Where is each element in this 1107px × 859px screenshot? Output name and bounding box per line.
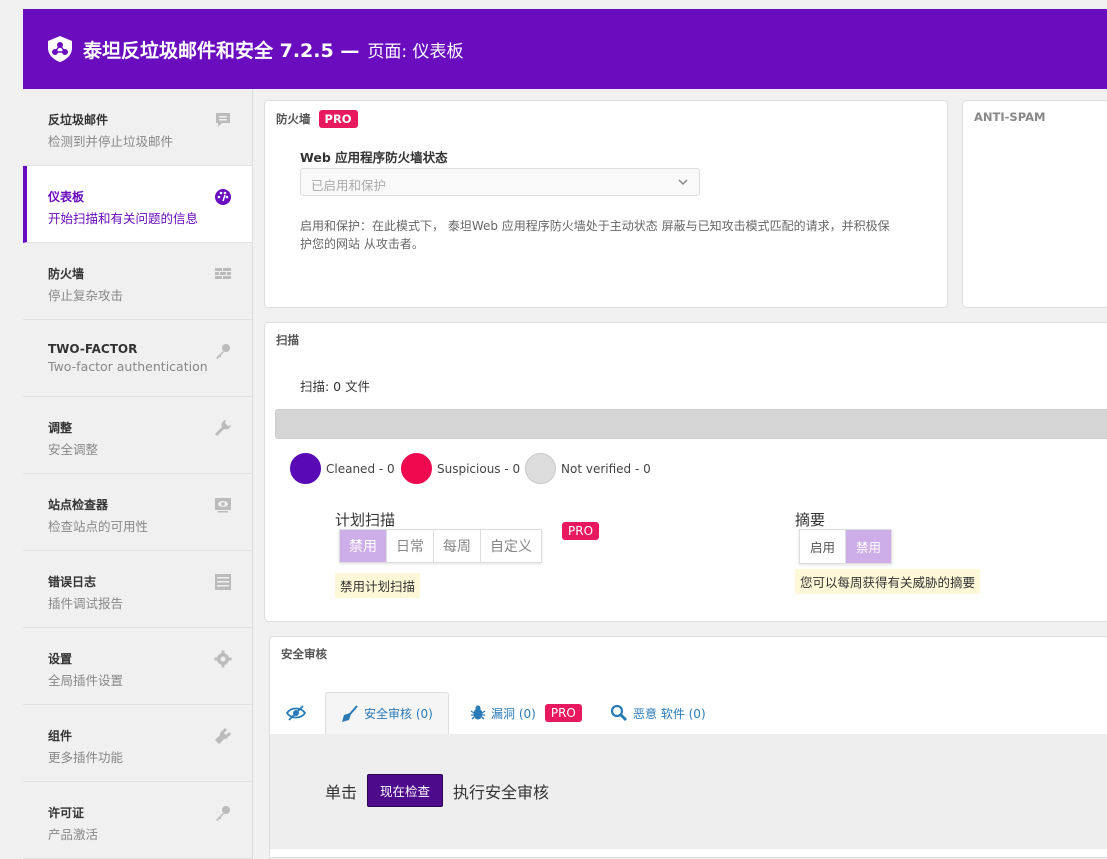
scan-progress-bar — [275, 409, 1107, 439]
audit-prompt: 单击 现在检查 执行安全审核 — [325, 774, 549, 807]
scan-panel: 扫描 扫描: 0 文件 Cleaned - 0 Suspicious - 0 N… — [264, 322, 1107, 622]
digest-toggle: 启用 禁用 — [799, 529, 893, 564]
sidebar-item-tweaks[interactable]: 调整 安全调整 — [23, 397, 252, 474]
sidebar-item-license[interactable]: 许可证 产品激活 — [23, 782, 252, 859]
page-title: 页面: 仪表板 — [367, 41, 464, 62]
legend-suspicious: Suspicious - 0 — [401, 453, 520, 484]
schedule-option-weekly[interactable]: 每周 — [434, 530, 481, 562]
sidebar-item-desc: 安全调整 — [48, 442, 99, 457]
sidebar-item-antispam[interactable]: 反垃圾邮件 检测到并停止垃圾邮件 — [23, 89, 252, 166]
suspicious-dot — [401, 453, 432, 484]
visibility-icon — [215, 498, 231, 513]
pro-badge: PRO — [318, 110, 358, 128]
digest-option-enable[interactable]: 启用 — [800, 530, 847, 563]
schedule-scan-title: 计划扫描 — [335, 511, 396, 529]
tab-vulnerabilities[interactable]: 漏洞 (0) PRO — [470, 692, 582, 734]
sidebar-item-desc: 插件调试报告 — [48, 596, 124, 611]
firewall-status-label: Web 应用程序防火墙状态 — [300, 150, 448, 165]
sidebar-item-firewall[interactable]: 防火墙 停止复杂攻击 — [23, 243, 252, 320]
eye-hidden-icon — [286, 705, 306, 721]
schedule-option-custom[interactable]: 自定义 — [481, 530, 541, 562]
legend-not-verified: Not verified - 0 — [525, 453, 651, 484]
sidebar-item-desc: 更多插件功能 — [48, 750, 124, 765]
schedule-scan-toggle: 禁用 日常 每周 自定义 — [339, 529, 542, 563]
list-icon — [215, 574, 231, 590]
key-icon — [216, 806, 230, 821]
sidebar-item-desc: 停止复杂攻击 — [48, 288, 124, 303]
tab-malware[interactable]: 恶意 软件 (0) — [610, 692, 706, 734]
sidebar-item-desc: 检测到并停止垃圾邮件 — [48, 134, 174, 149]
wrench-icon — [215, 420, 231, 436]
shield-logo-icon — [48, 36, 72, 62]
antispam-panel: ANTI-SPAM — [962, 100, 1107, 308]
firewall-status-select[interactable]: 已启用和保护 — [300, 168, 700, 196]
schedule-option-disabled[interactable]: 禁用 — [340, 530, 387, 562]
sidebar-item-desc: 产品激活 — [48, 827, 99, 842]
digest-option-disable[interactable]: 禁用 — [846, 530, 892, 563]
scan-file-count: 扫描: 0 文件 — [300, 379, 371, 394]
sidebar-item-dashboard[interactable]: 仪表板 开始扫描和有关问题的信息 — [23, 166, 252, 243]
key-icon — [216, 344, 230, 359]
sidebar-item-two-factor[interactable]: TWO-FACTOR Two-factor authentication — [23, 320, 252, 397]
sidebar-item-settings[interactable]: 设置 全局插件设置 — [23, 628, 252, 705]
schedule-note: 禁用计划扫描 — [335, 573, 421, 598]
schedule-option-daily[interactable]: 日常 — [387, 530, 434, 562]
pro-badge: PRO — [544, 704, 582, 722]
legend-cleaned: Cleaned - 0 — [290, 453, 395, 484]
audit-panel-title: 安全审核 — [281, 647, 327, 661]
tab-hidden[interactable] — [286, 692, 311, 734]
chevron-down-icon — [678, 179, 688, 186]
security-audit-panel: 安全审核 安全审核 (0) 漏洞 (0) PRO 恶意 软件 (0) 单击 现在… — [269, 636, 1107, 858]
firewall-description: 启用和保护：在此模式下， 泰坦Web 应用程序防火墙处于主动状态 屏蔽与已知攻击… — [300, 219, 890, 251]
check-now-button[interactable]: 现在检查 — [367, 774, 444, 807]
search-icon — [610, 704, 628, 722]
sidebar-item-desc: 检查站点的可用性 — [48, 519, 149, 534]
not-verified-dot — [525, 453, 556, 484]
admin-edge — [0, 0, 23, 859]
plugin-title: 泰坦反垃圾邮件和安全 7.2.5 — — [83, 39, 360, 62]
broom-icon — [342, 704, 358, 722]
sidebar-item-desc: 开始扫描和有关问题的信息 — [48, 211, 199, 226]
sidebar-item-desc: 全局插件设置 — [48, 673, 124, 688]
sidebar: 反垃圾邮件 检测到并停止垃圾邮件 仪表板 开始扫描和有关问题的信息 防火墙 停止… — [23, 89, 253, 859]
digest-note: 您可以每周获得有关威胁的摘要 — [795, 569, 981, 594]
firewall-panel: 防火墙 PRO Web 应用程序防火墙状态 已启用和保护 启用和保护：在此模式下… — [264, 100, 948, 308]
plugin-icon — [215, 728, 231, 744]
dashboard-icon — [215, 189, 231, 205]
tab-security-audit[interactable]: 安全审核 (0) — [325, 692, 449, 734]
plugin-header: 泰坦反垃圾邮件和安全 7.2.5 — 页面: 仪表板 — [23, 9, 1107, 89]
sidebar-item-error-log[interactable]: 错误日志 插件调试报告 — [23, 551, 252, 628]
digest-title: 摘要 — [795, 511, 826, 529]
audit-tabs: 安全审核 (0) 漏洞 (0) PRO 恶意 软件 (0) — [270, 692, 1107, 734]
cleaned-dot — [290, 453, 321, 484]
bug-icon — [470, 705, 486, 720]
audit-body: 单击 现在检查 执行安全审核 — [270, 734, 1107, 849]
gear-icon — [214, 650, 232, 668]
firewall-icon — [215, 268, 231, 279]
sidebar-item-components[interactable]: 组件 更多插件功能 — [23, 705, 252, 782]
antispam-panel-title: ANTI-SPAM — [974, 110, 1046, 124]
sidebar-item-site-checker[interactable]: 站点检查器 检查站点的可用性 — [23, 474, 252, 551]
sidebar-item-desc: Two-factor authentication — [48, 359, 208, 374]
firewall-panel-title: 防火墙 PRO — [276, 110, 358, 128]
comment-icon — [216, 113, 230, 127]
scan-panel-title: 扫描 — [276, 333, 299, 347]
pro-badge: PRO — [562, 522, 600, 540]
